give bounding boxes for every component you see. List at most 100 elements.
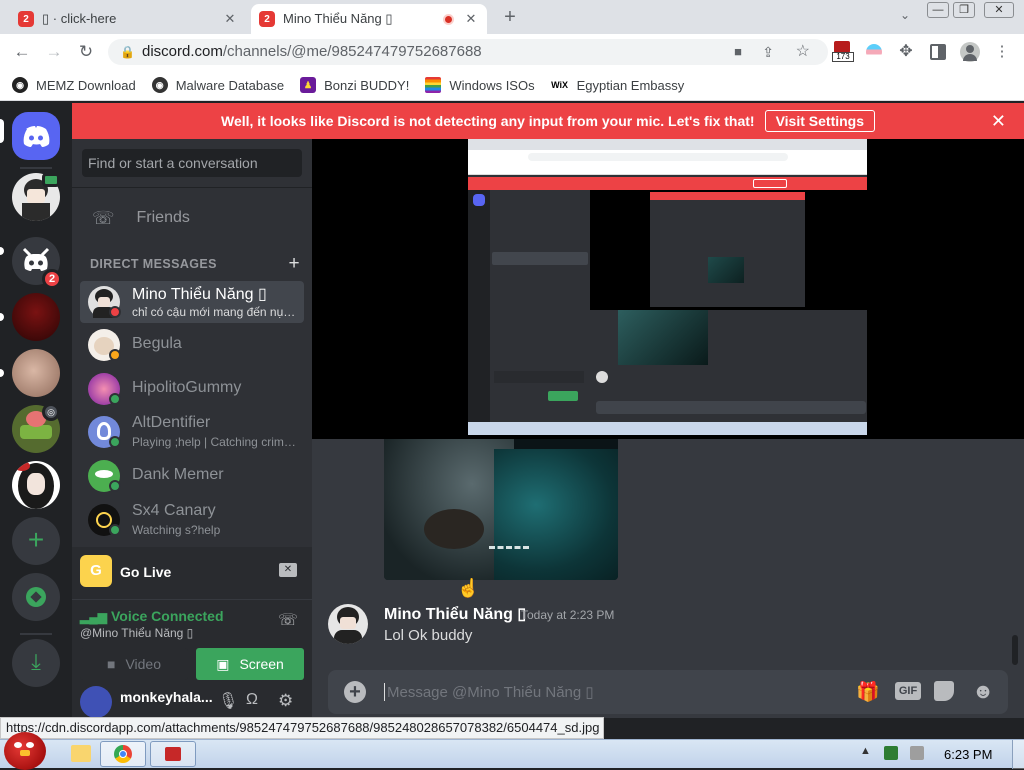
windows-taskbar: ▲ 6:23 PM [0, 732, 1024, 770]
headphones-icon[interactable]: Ω [246, 691, 258, 709]
video-label: Video [125, 656, 162, 672]
dm-name: Sx4 Canary [132, 502, 216, 519]
bookmark-star-icon[interactable]: ☆ [796, 39, 810, 65]
sticker-icon[interactable] [934, 681, 954, 701]
scrollbar-thumb[interactable] [1012, 635, 1018, 665]
message-input[interactable]: Message @Mino Thiểu Năng ▯ [384, 683, 804, 701]
explore-compass-icon[interactable] [12, 573, 60, 621]
upload-plus-icon[interactable]: + [344, 681, 366, 703]
network-icon[interactable] [884, 746, 898, 760]
bookmark-egyptian-embassy[interactable]: WiX Egyptian Embassy [551, 77, 684, 93]
stream-preview[interactable] [312, 139, 1024, 439]
visit-settings-button[interactable]: Visit Settings [764, 110, 876, 132]
file-explorer-icon[interactable] [71, 745, 91, 762]
add-server-plus-icon[interactable]: + [12, 517, 60, 565]
download-apps-icon[interactable]: ⤓ [12, 639, 60, 687]
message-author[interactable]: Mino Thiểu Năng ▯ [384, 604, 526, 624]
dm-name: HipolitoGummy [132, 379, 242, 396]
profile-avatar-icon[interactable] [960, 42, 980, 62]
back-arrow-icon[interactable]: ← [12, 42, 32, 62]
voice-connected-panel: ▂▄▆ Voice Connected @Mino Thiểu Năng ▯ ☏ … [72, 599, 312, 683]
clock[interactable]: 6:23 PM [944, 747, 992, 762]
bookmark-memz[interactable]: ◉ MEMZ Download [12, 77, 136, 93]
server-red-hair-avatar[interactable] [12, 461, 60, 509]
avatar[interactable] [328, 604, 368, 644]
tab-search-chevron-icon[interactable]: ⌄ [896, 8, 914, 26]
game-icon: G [80, 555, 112, 587]
show-desktop-button[interactable] [1012, 740, 1024, 769]
browser-tab-click-here[interactable]: 2 ▯ · click-here ✕ [10, 4, 246, 34]
create-dm-plus-icon[interactable]: + [289, 253, 301, 275]
screen-share-button[interactable]: ▣ Screen [196, 648, 304, 680]
close-tab-icon[interactable]: ✕ [463, 11, 479, 27]
extensions-puzzle-icon[interactable]: ✥ [896, 42, 916, 62]
extension-icon[interactable]: 173 [832, 41, 854, 63]
online-status-icon [109, 524, 121, 536]
home-discord-icon[interactable] [12, 112, 60, 160]
bookmark-label: Bonzi BUDDY! [324, 77, 410, 93]
video-button[interactable]: ■ Video [80, 648, 188, 680]
voice-channel: @Mino Thiểu Năng ▯ [80, 626, 194, 640]
taskbar-chrome-button[interactable] [100, 741, 146, 767]
forward-arrow-icon[interactable]: → [44, 42, 64, 62]
url-domain: discord.com [142, 43, 223, 60]
gift-icon[interactable]: 🎁 [856, 680, 880, 704]
bookmark-malware-database[interactable]: ◉ Malware Database [151, 77, 285, 93]
settings-gear-icon[interactable]: ⚙ [278, 691, 293, 711]
menu-kebab-icon[interactable]: ⋮ [992, 42, 1012, 62]
banner-text: Well, it looks like Discord is not detec… [220, 113, 755, 129]
dm-header-label: DIRECT MESSAGES [90, 257, 217, 271]
idle-status-icon [109, 349, 121, 361]
microphone-icon[interactable]: 🎙 [218, 691, 238, 711]
divider [20, 633, 52, 635]
recording-indicator-icon [443, 14, 454, 25]
close-window-button[interactable]: ✕ [984, 2, 1014, 18]
find-conversation-search[interactable]: Find or start a conversation [82, 149, 302, 177]
dm-item-mino[interactable]: Mino Thiểu Năng ▯ chỉ có cậu mới mang đế… [80, 281, 304, 323]
gif-button[interactable]: GIF [895, 682, 921, 700]
bookmark-label: Malware Database [175, 77, 285, 93]
disconnect-call-icon[interactable]: ☏ [278, 610, 298, 630]
browser-tab-active[interactable]: 2 Mino Thiểu Năng ▯ ✕ [251, 4, 487, 34]
dm-item-altdentifier[interactable]: AltDentifier Playing ;help | Catching cr… [80, 411, 304, 453]
close-banner-icon[interactable]: ✕ [991, 111, 1006, 132]
link-status-bubble: https://cdn.discordapp.com/attachments/9… [0, 717, 604, 739]
friends-nav-item[interactable]: ☏ Friends [80, 198, 304, 238]
server-cat-photo[interactable] [12, 349, 60, 397]
stream-screen-icon[interactable]: ✕ [279, 563, 297, 577]
url-path: /channels/@me/985247479752687688 [222, 43, 482, 60]
start-angry-bird-icon[interactable] [4, 732, 46, 770]
rainbow-flag-icon [425, 77, 442, 93]
message-text: Lol Ok buddy [384, 627, 473, 644]
close-tab-icon[interactable]: ✕ [222, 11, 238, 27]
bookmark-windows-isos[interactable]: Windows ISOs [425, 77, 535, 93]
taskbar-app-button[interactable] [150, 741, 196, 767]
address-bar[interactable]: 🔒 discord.com/channels/@me/9852474797526… [108, 39, 828, 65]
emoji-icon[interactable]: ☻ [972, 680, 994, 704]
new-tab-button[interactable]: + [498, 6, 522, 30]
unread-pill [0, 247, 4, 255]
server-dark-red[interactable] [12, 293, 60, 341]
side-panel-icon[interactable] [930, 44, 946, 60]
avatar[interactable] [80, 686, 112, 718]
voice-status: ▂▄▆ Voice Connected [80, 608, 224, 624]
camera-icon[interactable]: ■ [734, 39, 742, 65]
dm-item-sx4-canary[interactable]: Sx4 Canary Watching s?help [80, 499, 304, 541]
dm-item-hipolitogummy[interactable]: HipolitoGummy [80, 368, 304, 410]
reload-icon[interactable]: ↻ [76, 42, 96, 62]
globe-icon: ◉ [12, 77, 28, 93]
dm-item-begula[interactable]: Begula [80, 324, 304, 366]
attached-image-venom[interactable] [384, 439, 618, 580]
minimize-button[interactable]: — [927, 2, 949, 18]
tray-expand-icon[interactable]: ▲ [860, 745, 871, 757]
mic-warning-banner: Well, it looks like Discord is not detec… [72, 103, 1024, 139]
battery-icon[interactable] [910, 746, 924, 760]
pride-extension-icon[interactable] [866, 44, 882, 60]
share-icon[interactable]: ⇪ [762, 39, 774, 65]
online-status-icon [109, 436, 121, 448]
server-list: 2 ◎ + ⤓ [0, 103, 72, 718]
bookmark-bonzi-buddy[interactable]: ♟ Bonzi BUDDY! [300, 77, 409, 93]
restore-button[interactable]: ❐ [953, 2, 975, 18]
browser-tab-strip: 2 ▯ · click-here ✕ 2 Mino Thiểu Năng ▯ ✕… [0, 0, 1024, 34]
dm-item-dank-memer[interactable]: Dank Memer [80, 455, 304, 497]
